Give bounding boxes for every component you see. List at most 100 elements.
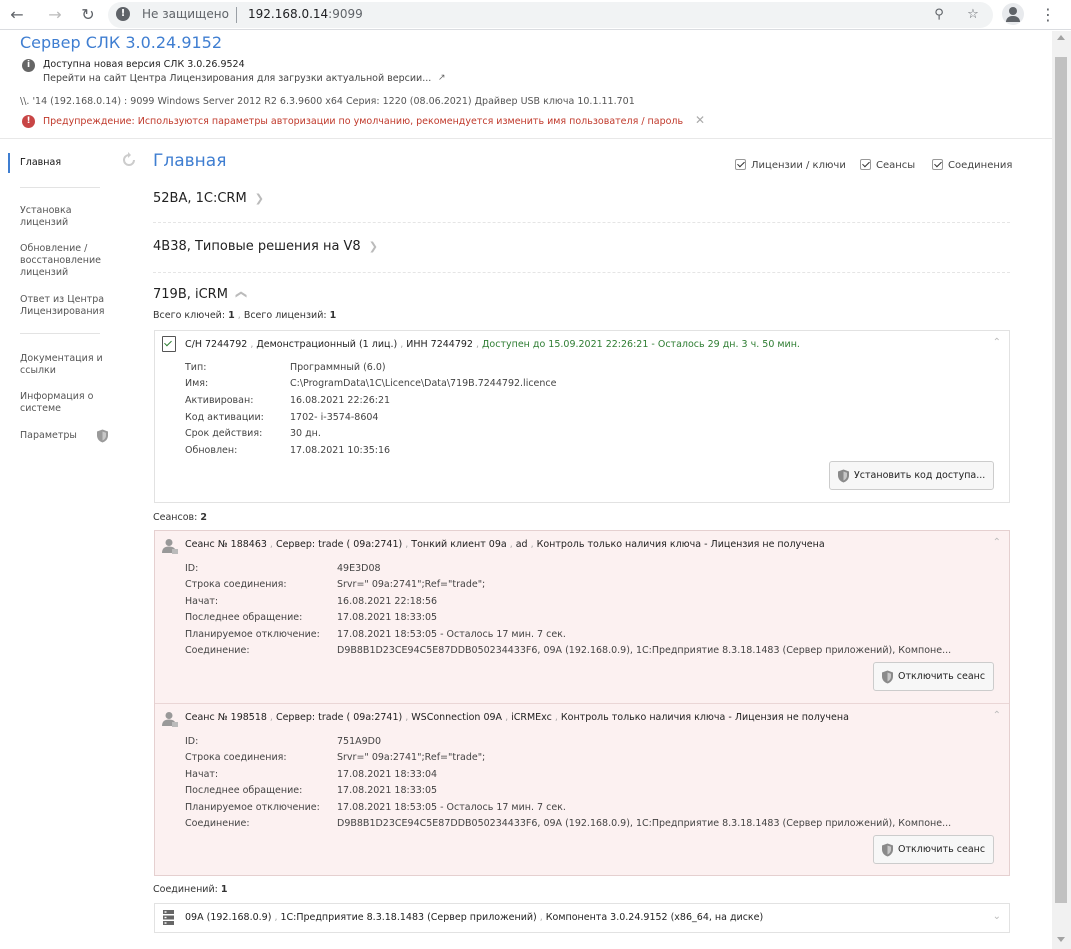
sidebar-item-main[interactable]: Главная <box>20 157 110 169</box>
field-value: 17.08.2021 18:33:05 <box>337 612 438 623</box>
field-value: D9B8B1D23CE94C5E87DDB050234433F6, 09A (1… <box>337 645 952 656</box>
field-label: Обновлен: <box>185 445 238 456</box>
license-card: С/Н 7244792, Демонстрационный (1 лиц.), ИН… <box>154 330 1010 503</box>
field-value: 49E3D08 <box>337 563 381 574</box>
checkbox-icon[interactable] <box>860 159 871 170</box>
filter-connections[interactable]: Соединения <box>932 159 1012 171</box>
user-icon <box>162 539 178 554</box>
license-check-icon <box>162 336 176 352</box>
sidebar-item-center-response[interactable]: Ответ из Центра Лицензирования <box>20 294 110 318</box>
sidebar-item-docs[interactable]: Документация и ссылки <box>20 353 110 377</box>
chevron-up-icon[interactable]: ⌃ <box>993 537 1001 548</box>
field-label: ID: <box>185 563 199 574</box>
forward-arrow-icon[interactable]: → <box>44 4 66 26</box>
disconnect-session-button[interactable]: Отключить сеанс <box>873 835 995 864</box>
connections-count: Соединений: 1 <box>153 884 228 895</box>
sidebar-divider <box>20 187 100 188</box>
browser-toolbar: ← → ↻ ! Не защищено 192.168.0.14:9099 ⚲ … <box>0 0 1071 30</box>
refresh-icon[interactable] <box>120 151 138 169</box>
update-link[interactable]: Перейти на сайт Центра Лицензирования дл… <box>43 73 431 84</box>
warning-text: Предупреждение: Используются параметры а… <box>43 116 684 127</box>
group-52ba[interactable]: 52BA, 1C:CRM ❯ <box>153 191 264 206</box>
field-label: Соединение: <box>185 818 250 829</box>
field-value: 30 дн. <box>290 428 321 439</box>
checkbox-icon[interactable] <box>735 159 746 170</box>
profile-icon[interactable] <box>1002 3 1024 25</box>
connection-card[interactable]: 09A (192.168.0.9), 1С:Предприятие 8.3.18.… <box>154 903 1010 933</box>
field-label: Срок действия: <box>185 428 263 439</box>
field-label: Последнее обращение: <box>185 612 303 623</box>
user-icon <box>162 712 178 727</box>
external-link-icon[interactable]: ↗ <box>438 73 446 83</box>
group-4b38[interactable]: 4B38, Типовые решения на V8 ❯ <box>153 239 378 254</box>
disconnect-session-button[interactable]: Отключить сеанс <box>873 662 995 691</box>
chevron-down-icon[interactable]: ⌄ <box>993 911 1001 922</box>
group-divider <box>153 272 1010 273</box>
field-label: Строка соединения: <box>185 752 287 763</box>
field-value: Srvr=" 09a:2741";Ref="trade"; <box>337 752 486 763</box>
chevron-up-icon[interactable]: ❯ <box>234 290 247 299</box>
back-arrow-icon[interactable]: ← <box>6 4 28 26</box>
chevron-up-icon[interactable]: ⌃ <box>993 337 1001 348</box>
session-header[interactable]: Сеанс № 188463, Сервер: trade ( 09a:2741)… <box>185 539 825 550</box>
zoom-icon[interactable]: ⚲ <box>930 6 948 24</box>
header-divider <box>0 138 1052 139</box>
shield-icon <box>838 469 849 483</box>
field-value: 16.08.2021 22:26:21 <box>290 395 391 406</box>
filter-licenses[interactable]: Лицензии / ключи <box>735 159 846 171</box>
menu-icon[interactable]: ⋮ <box>1038 4 1058 26</box>
connection-text: 09A (192.168.0.9), 1С:Предприятие 8.3.18.… <box>185 912 764 923</box>
address-bar[interactable]: ! Не защищено 192.168.0.14:9099 ⚲ ☆ <box>108 2 993 28</box>
url-text[interactable]: 192.168.0.14:9099 <box>248 7 363 21</box>
warning-icon: ! <box>22 115 35 128</box>
shield-icon <box>882 843 893 857</box>
field-label: Начат: <box>185 769 219 780</box>
shield-icon <box>882 670 893 684</box>
scroll-thumb[interactable] <box>1055 57 1067 903</box>
field-label: Активирован: <box>185 395 254 406</box>
filter-sessions[interactable]: Сеансы <box>860 159 915 171</box>
group-719b[interactable]: 719B, iCRM ❯ <box>153 287 247 302</box>
security-label[interactable]: Не защищено <box>142 7 229 21</box>
set-access-code-button[interactable]: Установить код доступа... <box>829 461 995 490</box>
sessions-panel: Сеанс № 188463, Сервер: trade ( 09a:2741)… <box>154 530 1010 876</box>
field-label: Соединение: <box>185 645 250 656</box>
star-icon[interactable]: ☆ <box>964 6 982 24</box>
field-value: 751A9D0 <box>337 736 382 747</box>
field-value: Srvr=" 09a:2741";Ref="trade"; <box>337 579 486 590</box>
omnibox-divider <box>236 7 237 23</box>
field-value: 17.08.2021 18:53:05 - Осталось 17 мин. 7… <box>337 802 566 813</box>
scroll-up-icon[interactable] <box>1057 35 1065 40</box>
field-value: 16.08.2021 22:18:56 <box>337 596 438 607</box>
license-header[interactable]: С/Н 7244792, Демонстрационный (1 лиц.), ИН… <box>185 339 800 350</box>
warning-icon[interactable]: ! <box>116 7 130 21</box>
reload-icon[interactable]: ↻ <box>77 4 99 26</box>
sidebar-item-update-licenses[interactable]: Обновление / восстановление лицензий <box>20 243 110 279</box>
sidebar-item-install-licenses[interactable]: Установка лицензий <box>20 205 110 229</box>
sidebar-active-indicator <box>8 153 10 173</box>
scrollbar[interactable] <box>1052 31 1071 949</box>
field-label: Последнее обращение: <box>185 785 303 796</box>
info-icon: i <box>22 59 35 72</box>
server-icon <box>163 910 174 925</box>
sidebar-divider <box>20 333 100 334</box>
field-label: Начат: <box>185 596 219 607</box>
chevron-right-icon[interactable]: ❯ <box>255 192 264 205</box>
chevron-right-icon[interactable]: ❯ <box>369 240 378 253</box>
checkbox-icon[interactable] <box>932 159 943 170</box>
field-value: 17.08.2021 18:53:05 - Осталось 17 мин. 7… <box>337 629 566 640</box>
field-label: Код активации: <box>185 412 264 423</box>
field-value: Программный (6.0) <box>290 362 386 373</box>
page-title: Главная <box>153 151 227 171</box>
field-value: 1702- i-3574-8604 <box>290 412 379 423</box>
field-label: Тип: <box>185 362 207 373</box>
field-value: 17.08.2021 18:33:04 <box>337 769 438 780</box>
field-value: 17.08.2021 10:35:16 <box>290 445 391 456</box>
scroll-down-icon[interactable] <box>1057 937 1065 942</box>
field-label: Строка соединения: <box>185 579 287 590</box>
field-label: ID: <box>185 736 199 747</box>
chevron-up-icon[interactable]: ⌃ <box>993 710 1001 721</box>
sidebar-item-system-info[interactable]: Информация о системе <box>20 391 110 415</box>
session-header[interactable]: Сеанс № 198518, Сервер: trade ( 09a:2741)… <box>185 712 849 723</box>
close-icon[interactable]: ✕ <box>695 113 705 127</box>
